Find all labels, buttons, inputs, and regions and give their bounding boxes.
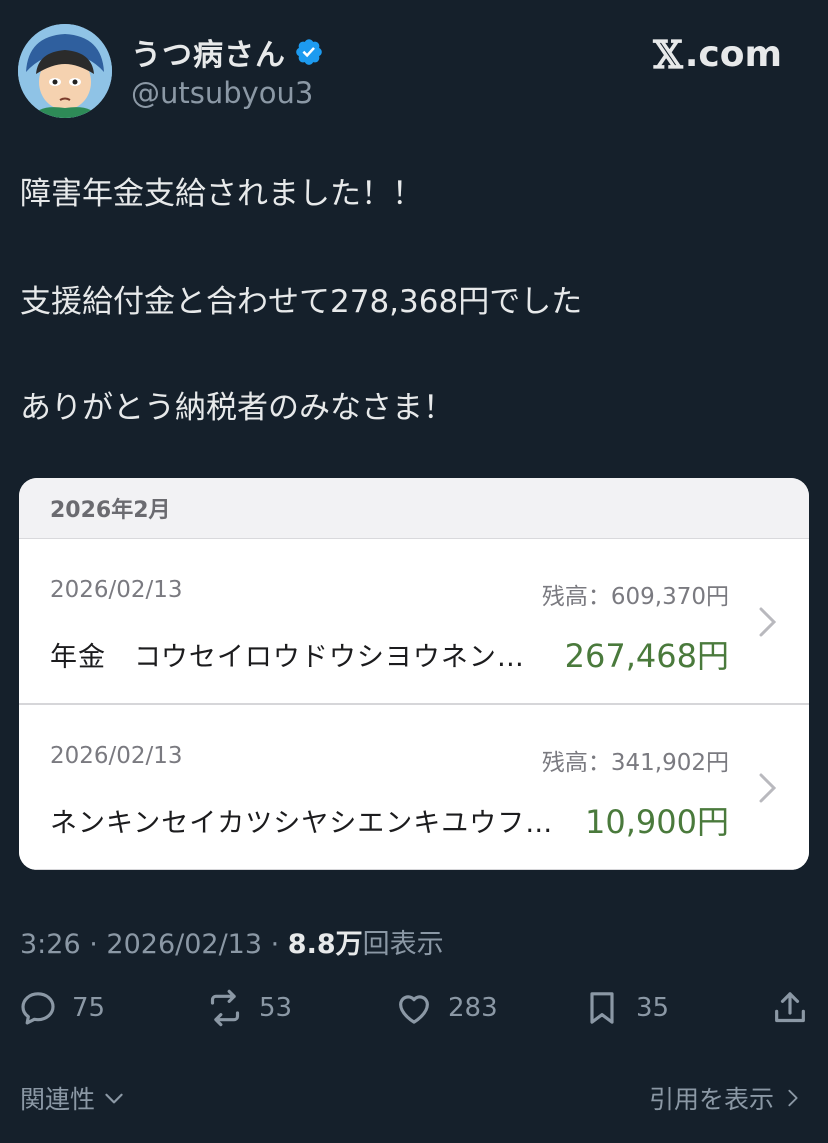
repost-button[interactable]: 53 xyxy=(205,988,292,1028)
transaction-amount: 267,468円 xyxy=(564,637,729,675)
reply-icon xyxy=(21,992,55,1025)
avatar-illustration xyxy=(18,24,112,118)
transaction-balance: 残高：609,370円 xyxy=(541,584,729,610)
tweet-line: 障害年金支給されました！！ xyxy=(20,176,423,212)
bookmark-button[interactable]: 35 xyxy=(582,988,669,1028)
transaction-date: 2026/02/13 xyxy=(50,743,183,769)
separator: · xyxy=(270,929,288,960)
tweet-line: 支援給付金と合わせて278,368円でした xyxy=(20,284,583,320)
relevance-sort-button[interactable]: 関連性 xyxy=(20,1080,127,1116)
verified-badge-icon xyxy=(296,39,322,65)
bookmark-count: 35 xyxy=(636,993,670,1023)
chevron-down-icon xyxy=(105,1093,123,1104)
tweet-line: ありがとう納税者のみなさま！ xyxy=(20,390,454,426)
display-name[interactable]: うつ病さん xyxy=(131,30,286,74)
like-count: 283 xyxy=(448,993,498,1023)
tweet-time[interactable]: 3:26 xyxy=(20,929,81,960)
action-bar: 75 53 283 35 xyxy=(0,988,828,1036)
view-quotes-link[interactable]: 引用を表示 xyxy=(649,1080,804,1116)
share-icon xyxy=(775,992,805,1023)
like-button[interactable]: 283 xyxy=(394,988,498,1028)
x-logo-icon: 𝕏 xyxy=(653,32,683,77)
views-count: 8.8万 xyxy=(287,929,363,960)
month-header: 2026年2月 xyxy=(19,478,809,539)
transaction-date: 2026/02/13 xyxy=(50,577,183,603)
chevron-right-icon xyxy=(759,607,777,637)
bookmark-icon xyxy=(590,992,614,1024)
transaction-description: ネンキンセイカツシヤシエンキユウフ… xyxy=(50,808,554,839)
transaction-amount: 10,900円 xyxy=(585,803,729,841)
transaction-balance: 残高：341,902円 xyxy=(541,750,729,776)
user-handle[interactable]: @utsubyou3 xyxy=(131,76,313,110)
chevron-right-icon xyxy=(788,1089,798,1107)
separator: · xyxy=(89,929,107,960)
repost-icon xyxy=(210,989,240,1027)
view-quotes-label: 引用を表示 xyxy=(648,1085,774,1114)
tweet-meta: 3:26 · 2026/02/13 · 8.8万回表示 xyxy=(20,922,444,961)
avatar[interactable] xyxy=(18,24,112,118)
attached-image-card[interactable]: 2026年2月 2026/02/13 残高：609,370円 年金 コウセイロウ… xyxy=(19,478,809,870)
repost-count: 53 xyxy=(259,993,293,1023)
transaction-description: 年金 コウセイロウドウシヨウネン… xyxy=(50,642,525,673)
relevance-label: 関連性 xyxy=(20,1085,96,1114)
reply-button[interactable]: 75 xyxy=(18,988,105,1028)
heart-icon xyxy=(399,995,429,1024)
tweet-text: 障害年金支給されました！！ 支援給付金と合わせて278,368円でした ありがと… xyxy=(20,176,810,427)
transaction-row[interactable]: 2026/02/13 残高：609,370円 年金 コウセイロウドウシヨウネン…… xyxy=(19,539,809,705)
reply-count: 75 xyxy=(72,993,106,1023)
share-button[interactable] xyxy=(770,988,810,1028)
x-com-logo: 𝕏 .com xyxy=(653,32,782,77)
transaction-row[interactable]: 2026/02/13 残高：341,902円 ネンキンセイカツシヤシエンキユウフ… xyxy=(19,705,809,870)
views-label: 回表示 xyxy=(362,929,444,960)
x-com-suffix: .com xyxy=(684,34,782,75)
tweet-date[interactable]: 2026/02/13 xyxy=(106,929,262,960)
chevron-right-icon xyxy=(759,773,777,803)
